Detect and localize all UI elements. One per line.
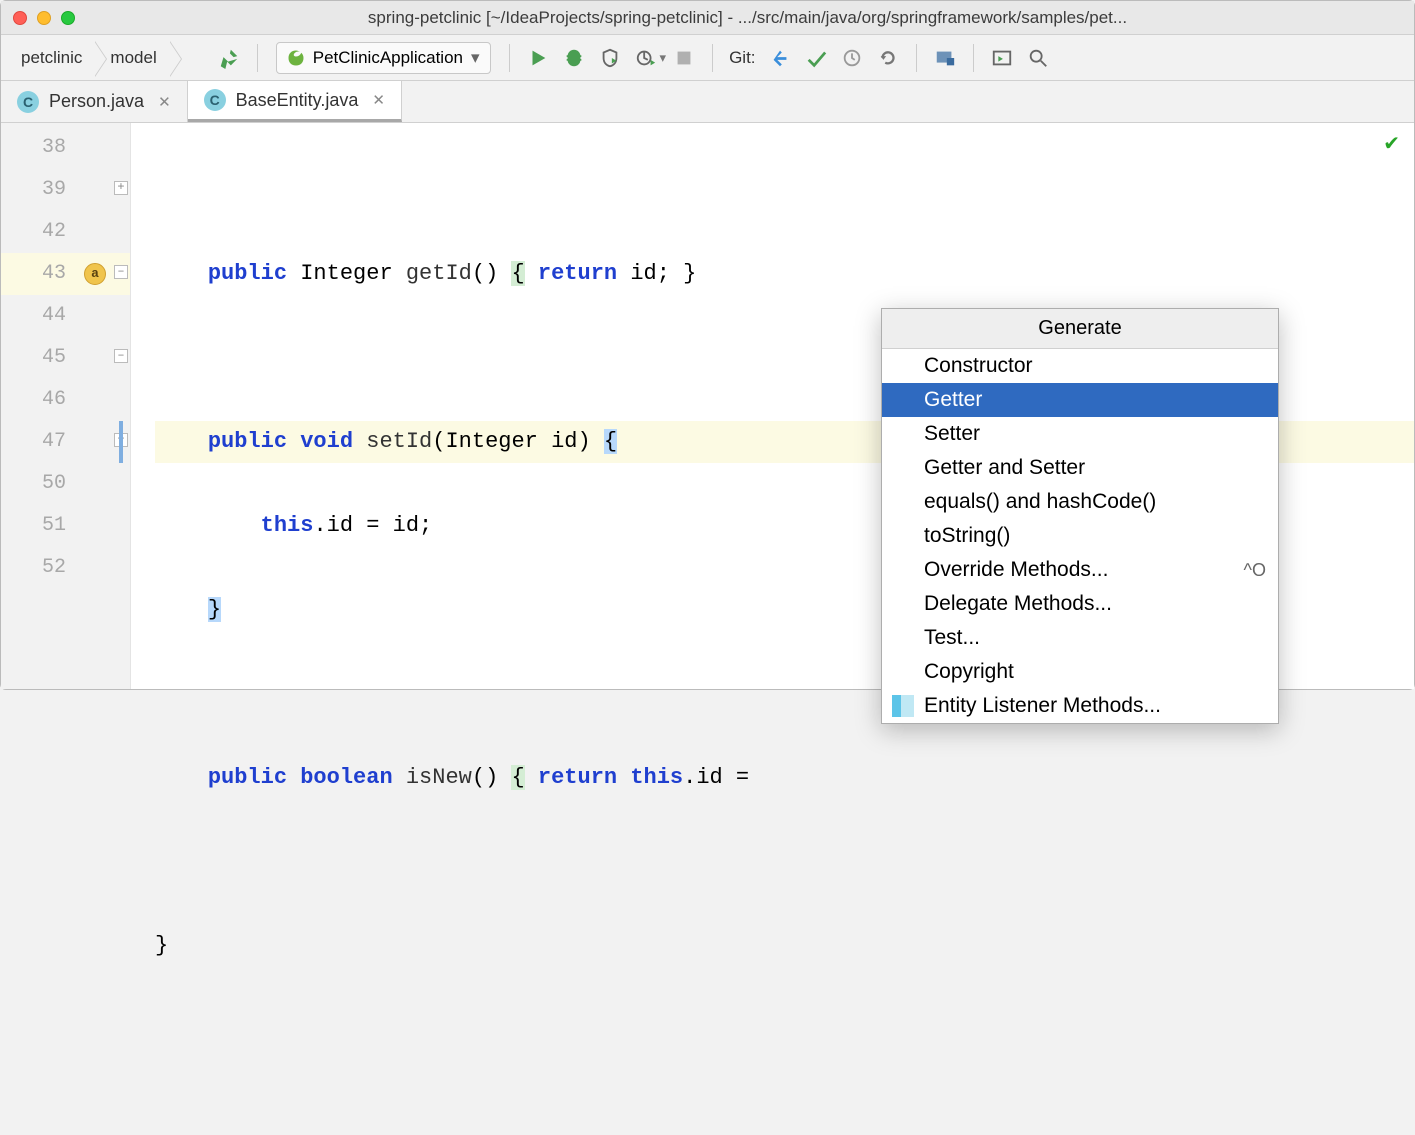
override-annotation-icon[interactable]: a xyxy=(84,263,106,285)
close-tab-icon[interactable]: ✕ xyxy=(158,93,171,111)
run-configuration-dropdown[interactable]: PetClinicApplication ▾ xyxy=(276,42,491,74)
line-number[interactable]: 43a– xyxy=(1,253,130,295)
popup-item-constructor[interactable]: Constructor xyxy=(882,349,1278,383)
popup-title: Generate xyxy=(882,309,1278,349)
minimize-window-button[interactable] xyxy=(37,11,51,25)
fold-icon[interactable]: + xyxy=(114,181,128,195)
popup-item-entity-listener[interactable]: Entity Listener Methods... xyxy=(882,689,1278,723)
git-history-button[interactable] xyxy=(838,44,866,72)
line-number[interactable]: 47+ xyxy=(1,421,130,463)
titlebar: spring-petclinic [~/IdeaProjects/spring-… xyxy=(1,1,1414,35)
toolbar: petclinic model PetClinicApplication ▾ ▾… xyxy=(1,35,1414,81)
tab-label: BaseEntity.java xyxy=(236,90,359,111)
breadcrumb-item[interactable]: petclinic xyxy=(7,37,96,79)
popup-item-setter[interactable]: Setter xyxy=(882,417,1278,451)
line-number[interactable]: 44 xyxy=(1,295,130,337)
git-update-button[interactable] xyxy=(766,44,794,72)
line-number[interactable]: 42 xyxy=(1,211,130,253)
profile-button[interactable] xyxy=(632,44,660,72)
git-label: Git: xyxy=(729,48,755,68)
popup-item-tostring[interactable]: toString() xyxy=(882,519,1278,553)
coverage-button[interactable] xyxy=(596,44,624,72)
line-number[interactable]: 52 xyxy=(1,547,130,589)
project-structure-button[interactable] xyxy=(931,44,959,72)
close-tab-icon[interactable]: ✕ xyxy=(372,91,385,109)
popup-item-delegate[interactable]: Delegate Methods... xyxy=(882,587,1278,621)
line-number[interactable]: 50 xyxy=(1,463,130,505)
class-icon: C xyxy=(204,89,226,111)
editor-tab[interactable]: C Person.java ✕ xyxy=(1,81,188,122)
gutter: 38 39+ 42 43a– 44 45– 46 47+ 50 51 52 xyxy=(1,123,131,689)
window-title: spring-petclinic [~/IdeaProjects/spring-… xyxy=(93,8,1402,28)
editor[interactable]: ✔ 38 39+ 42 43a– 44 45– 46 47+ 50 51 52 … xyxy=(1,123,1414,689)
git-commit-button[interactable] xyxy=(802,44,830,72)
line-number[interactable]: 38 xyxy=(1,127,130,169)
breadcrumb: petclinic model xyxy=(7,35,171,80)
popup-item-override[interactable]: Override Methods...^O xyxy=(882,553,1278,587)
fold-icon[interactable]: – xyxy=(114,265,128,279)
popup-item-test[interactable]: Test... xyxy=(882,621,1278,655)
editor-tabs: C Person.java ✕ C BaseEntity.java ✕ xyxy=(1,81,1414,123)
line-number[interactable]: 45– xyxy=(1,337,130,379)
class-icon: C xyxy=(17,91,39,113)
popup-item-equals-hashcode[interactable]: equals() and hashCode() xyxy=(882,485,1278,519)
generate-popup: Generate Constructor Getter Setter Gette… xyxy=(881,308,1279,724)
run-button[interactable] xyxy=(524,44,552,72)
close-window-button[interactable] xyxy=(13,11,27,25)
editor-tab[interactable]: C BaseEntity.java ✕ xyxy=(188,81,402,122)
dropdown-arrow-icon: ▾ xyxy=(471,48,480,68)
run-anything-button[interactable] xyxy=(988,44,1016,72)
popup-item-getter[interactable]: Getter xyxy=(882,383,1278,417)
breadcrumb-item[interactable]: model xyxy=(96,37,170,79)
spring-icon xyxy=(287,49,305,67)
run-config-label: PetClinicApplication xyxy=(313,48,463,68)
tab-label: Person.java xyxy=(49,91,144,112)
line-number[interactable]: 46 xyxy=(1,379,130,421)
popup-item-getter-setter[interactable]: Getter and Setter xyxy=(882,451,1278,485)
stop-button[interactable] xyxy=(670,44,698,72)
popup-item-copyright[interactable]: Copyright xyxy=(882,655,1278,689)
line-number[interactable]: 51 xyxy=(1,505,130,547)
search-everywhere-button[interactable] xyxy=(1024,44,1052,72)
maximize-window-button[interactable] xyxy=(61,11,75,25)
git-revert-button[interactable] xyxy=(874,44,902,72)
line-number[interactable]: 39+ xyxy=(1,169,130,211)
dropdown-arrow-icon[interactable]: ▾ xyxy=(660,50,667,66)
shortcut-label: ^O xyxy=(1244,560,1266,581)
build-icon[interactable] xyxy=(215,44,243,72)
entity-icon xyxy=(892,695,914,717)
debug-button[interactable] xyxy=(560,44,588,72)
fold-icon[interactable]: – xyxy=(114,349,128,363)
window-controls xyxy=(13,11,75,25)
